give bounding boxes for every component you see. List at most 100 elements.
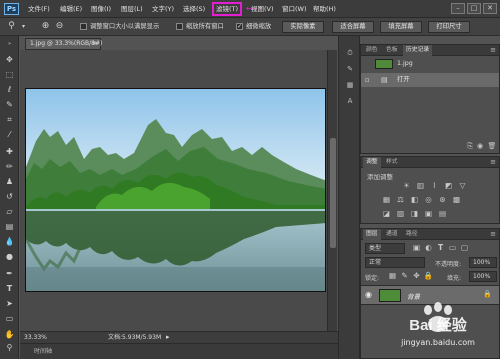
threshold-icon[interactable]: ◨ <box>409 209 420 219</box>
tab-history[interactable]: 历史记录 <box>403 45 433 56</box>
menu-edit[interactable]: 编辑(E) <box>60 3 82 15</box>
layers-menu-icon[interactable]: ≡ <box>490 230 496 239</box>
scrollbar-thumb[interactable] <box>330 138 336 248</box>
path-select-tool-icon[interactable]: ➤ <box>3 298 16 310</box>
clone-stamp-tool-icon[interactable]: ♟ <box>3 176 16 188</box>
menu-help[interactable]: 帮助(H) <box>313 3 336 15</box>
lock-image-icon[interactable]: ✎ <box>399 271 410 281</box>
fill-screen-button[interactable]: 填充屏幕 <box>380 21 422 33</box>
maximize-button[interactable]: □ <box>467 3 481 14</box>
zoom-tool-icon[interactable]: ⚲ <box>6 21 17 32</box>
color-balance-icon[interactable]: ⚖ <box>395 195 406 205</box>
layer-visibility-eye-icon[interactable]: ◉ <box>365 290 372 299</box>
tab-layers[interactable]: 图层 <box>363 229 381 240</box>
color-lookup-icon[interactable]: ▩ <box>451 195 462 205</box>
vertical-scrollbar[interactable] <box>327 50 337 332</box>
brush-tool-icon[interactable]: ✏ <box>3 161 16 173</box>
invert-icon[interactable]: ◪ <box>381 209 392 219</box>
character-panel-icon[interactable]: A <box>344 96 356 106</box>
adjustments-menu-icon[interactable]: ≡ <box>490 158 496 167</box>
opacity-field[interactable]: 100% <box>469 257 497 268</box>
minimize-button[interactable]: – <box>451 3 465 14</box>
history-brush-source-icon[interactable]: ▫ <box>365 73 370 87</box>
zoom-all-windows-checkbox[interactable] <box>176 23 183 30</box>
timeline-bar[interactable]: 时间轴 <box>20 343 338 359</box>
blend-mode-select[interactable]: 正常 <box>365 257 425 268</box>
menu-window[interactable]: 窗口(W) <box>282 3 307 15</box>
menu-filter[interactable]: 滤镜(T) <box>212 2 243 16</box>
brightness-contrast-icon[interactable]: ☀ <box>401 181 412 191</box>
quick-select-tool-icon[interactable]: ✎ <box>3 99 16 111</box>
menu-file[interactable]: 文件(F) <box>28 3 50 15</box>
gradient-tool-icon[interactable]: ▤ <box>3 221 16 233</box>
zoom-out-icon[interactable]: ⊖ <box>54 21 65 32</box>
selective-color-icon[interactable]: ▣ <box>423 209 434 219</box>
delete-state-icon[interactable]: 🗑 <box>487 141 497 151</box>
pen-tool-icon[interactable]: ✒ <box>3 268 16 280</box>
history-panel-icon[interactable]: ⏱ <box>344 48 356 58</box>
filter-adjustment-icon[interactable]: ◐ <box>423 243 434 253</box>
tab-paths[interactable]: 路径 <box>403 229 421 240</box>
actual-pixels-button[interactable]: 实际像素 <box>282 21 324 33</box>
zoom-tool-sidebar-icon[interactable]: ⚲ <box>3 342 16 354</box>
vibrance-icon[interactable]: ▽ <box>457 181 468 191</box>
menu-select[interactable]: 选择(S) <box>183 3 205 15</box>
lock-all-icon[interactable]: 🔒 <box>423 271 434 281</box>
filter-smart-object-icon[interactable]: ▢ <box>459 243 470 253</box>
tab-adjustments[interactable]: 调整 <box>363 157 381 168</box>
menu-type[interactable]: 文字(Y) <box>152 3 174 15</box>
landscape-photo[interactable] <box>25 88 326 292</box>
healing-brush-tool-icon[interactable]: ✚ <box>3 146 16 158</box>
history-snapshot-row[interactable]: 1.jpg <box>361 57 499 71</box>
filter-shape-icon[interactable]: ▭ <box>447 243 458 253</box>
filter-type-icon[interactable]: T <box>435 243 446 253</box>
new-snapshot-icon[interactable]: ◉ <box>475 141 485 151</box>
tab-channels[interactable]: 通道 <box>383 229 401 240</box>
marquee-tool-icon[interactable]: ⬚ <box>3 69 16 81</box>
lock-position-icon[interactable]: ✥ <box>411 271 422 281</box>
filter-pixel-icon[interactable]: ▣ <box>411 243 422 253</box>
hand-tool-icon[interactable]: ✋ <box>3 329 16 341</box>
type-tool-icon[interactable]: T <box>3 283 16 295</box>
new-document-from-state-icon[interactable]: ⎘ <box>465 141 475 151</box>
close-tab-icon[interactable]: × <box>92 39 97 49</box>
document-tab[interactable]: 1.jpg @ 33.3%(RGB/8#) × <box>25 38 102 50</box>
scrubby-zoom-checkbox[interactable]: ✓ <box>236 23 243 30</box>
print-size-button[interactable]: 打印尺寸 <box>428 21 470 33</box>
toolbar-collapse-icon[interactable]: » <box>3 38 16 50</box>
zoom-level[interactable]: 33.33% <box>24 332 47 343</box>
history-brush-tool-icon[interactable]: ↺ <box>3 191 16 203</box>
blur-tool-icon[interactable]: 💧 <box>3 236 16 248</box>
tab-color[interactable]: 颜色 <box>363 45 381 56</box>
exposure-icon[interactable]: ◩ <box>443 181 454 191</box>
curves-icon[interactable]: ⌇ <box>429 181 440 191</box>
move-tool-icon[interactable]: ✥ <box>3 54 16 66</box>
brush-panel-icon[interactable]: ✎ <box>344 64 356 74</box>
eyedropper-tool-icon[interactable]: ⁄ <box>3 129 16 141</box>
tab-styles[interactable]: 样式 <box>383 157 401 168</box>
gradient-map-icon[interactable]: ▤ <box>437 209 448 219</box>
lock-transparent-icon[interactable]: ▦ <box>387 271 398 281</box>
history-step-row[interactable]: ▫ ▤ 打开 <box>361 73 499 87</box>
channel-mixer-icon[interactable]: ⊛ <box>437 195 448 205</box>
close-button[interactable]: ✕ <box>483 3 497 14</box>
hue-saturation-icon[interactable]: ▦ <box>381 195 392 205</box>
levels-icon[interactable]: ▥ <box>415 181 426 191</box>
eraser-tool-icon[interactable]: ▱ <box>3 206 16 218</box>
fit-screen-button[interactable]: 适合屏幕 <box>332 21 374 33</box>
tab-swatches[interactable]: 色板 <box>383 45 401 56</box>
crop-tool-icon[interactable]: ⌗ <box>3 114 16 126</box>
lasso-tool-icon[interactable]: ℓ <box>3 84 16 96</box>
photo-filter-icon[interactable]: ◎ <box>423 195 434 205</box>
tool-preset-dropdown-icon[interactable]: ▾ <box>18 21 29 32</box>
menu-layer[interactable]: 图层(L) <box>121 3 143 15</box>
posterize-icon[interactable]: ▨ <box>395 209 406 219</box>
fill-field[interactable]: 100% <box>469 271 497 282</box>
properties-panel-icon[interactable]: ▦ <box>344 80 356 90</box>
menu-image[interactable]: 图像(I) <box>91 3 111 15</box>
status-menu-arrow-icon[interactable]: ▸ <box>166 332 170 343</box>
menu-view[interactable]: 视图(V) <box>251 3 274 15</box>
dodge-tool-icon[interactable]: ● <box>3 251 16 263</box>
zoom-in-icon[interactable]: ⊕ <box>40 21 51 32</box>
black-white-icon[interactable]: ◧ <box>409 195 420 205</box>
